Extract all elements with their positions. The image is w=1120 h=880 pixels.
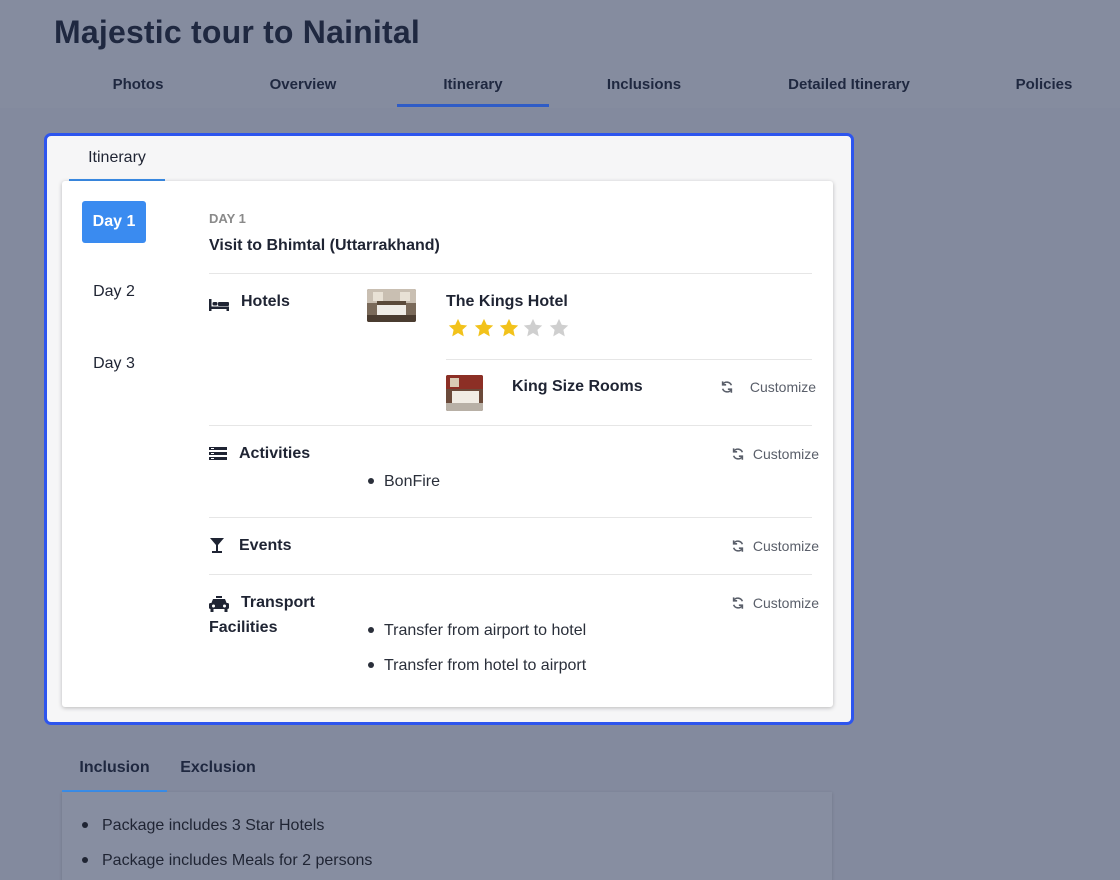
customize-activities-button[interactable]: Customize [731,446,819,462]
inclusion-list: Package includes 3 Star Hotels Package i… [62,792,832,880]
activity-item: BonFire [368,473,440,491]
day-2-button[interactable]: Day 2 [82,271,146,313]
refresh-icon [721,381,733,393]
inclusion-item: Package includes 3 Star Hotels [82,817,324,835]
nav-tab-policies[interactable]: Policies [994,76,1094,104]
itinerary-modal: Itinerary Day 1 Day 2 Day 3 DAY 1 Visit … [44,133,854,725]
taxi-icon [209,596,229,612]
transport-item: Transfer from airport to hotel [368,622,586,640]
room-type: King Size Rooms [512,378,643,395]
star-filled-icon [448,318,468,337]
star-filled-icon [499,318,519,337]
day-label: DAY 1 [209,211,246,226]
customize-label: Customize [749,379,817,395]
hotel-thumbnail[interactable] [367,289,416,322]
star-filled-icon [474,318,494,337]
events-label: Events [239,537,292,554]
customize-transport-button[interactable]: Customize [731,595,819,611]
day-title: Visit to Bhimtal (Uttarrakhand) [209,237,440,254]
list-icon [209,447,227,460]
nav-tab-overview[interactable]: Overview [252,76,354,104]
divider [209,517,812,518]
cocktail-icon [210,538,224,553]
nav-tab-photos[interactable]: Photos [96,76,180,104]
hotels-label: Hotels [241,293,290,310]
divider [209,273,812,274]
day-3-button[interactable]: Day 3 [82,343,146,385]
day-1-button[interactable]: Day 1 [82,201,146,243]
hotel-name: The Kings Hotel [446,293,568,310]
transport-label-line2: Facilities [209,619,278,636]
customize-events-button[interactable]: Customize [731,538,819,554]
refresh-icon [732,540,744,552]
divider [209,574,812,575]
bed-icon [209,299,229,311]
nav-tab-itinerary[interactable]: Itinerary [397,76,549,107]
nav-tab-inclusions[interactable]: Inclusions [588,76,700,104]
room-thumbnail[interactable] [446,375,483,411]
inclusion-tabs: Inclusion Exclusion [62,748,832,794]
inclusion-item: Package includes Meals for 2 persons [82,852,372,870]
star-empty-icon [523,318,543,337]
divider [446,359,812,360]
nav-tab-detailed-itinerary[interactable]: Detailed Itinerary [760,76,938,104]
customize-label: Customize [752,446,820,462]
page-header: Majestic tour to Nainital Photos Overvie… [0,0,1120,108]
customize-label: Customize [752,538,820,554]
customize-label: Customize [752,595,820,611]
refresh-icon [732,597,744,609]
page-title: Majestic tour to Nainital [54,14,420,50]
star-empty-icon [549,318,569,337]
section-nav: Photos Overview Itinerary Inclusions Det… [0,72,1120,108]
activities-label: Activities [239,445,311,462]
divider [209,425,812,426]
transport-item: Transfer from hotel to airport [368,657,586,675]
tab-inclusion[interactable]: Inclusion [62,748,167,793]
refresh-icon [732,448,744,460]
customize-room-button[interactable]: Customize [720,379,816,395]
modal-tab-itinerary[interactable]: Itinerary [69,136,165,182]
transport-label: Transport [241,594,315,611]
tab-exclusion[interactable]: Exclusion [174,748,262,793]
itinerary-card: Day 1 Day 2 Day 3 DAY 1 Visit to Bhimtal… [62,181,833,707]
